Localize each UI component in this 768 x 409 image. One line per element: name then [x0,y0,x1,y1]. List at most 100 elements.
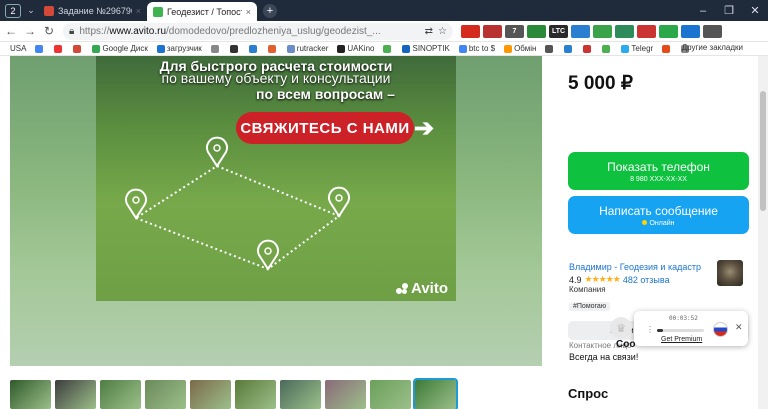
gallery-thumbnail[interactable] [235,380,276,409]
progress-fill [657,329,663,332]
download-icon[interactable] [659,24,678,38]
bookmark-item[interactable] [564,44,574,53]
lock-icon: 🔒︎ [69,25,75,37]
bookmark-favicon-icon [267,44,276,53]
bookmark-item[interactable]: btc to $ [458,44,495,53]
bookmark-item[interactable] [229,44,240,53]
bookmark-item[interactable]: UAKino [337,44,374,53]
gallery-thumbnail[interactable] [100,380,141,409]
bookmark-item[interactable] [35,44,45,53]
scrollbar-thumb[interactable] [760,91,766,211]
contact-value: Всегда на связи! [569,352,639,362]
location-pin-icon [206,136,228,168]
menu-icon[interactable] [703,24,722,38]
page-scrollbar[interactable] [758,56,768,409]
bookmark-favicon-icon [73,44,82,53]
progress-bar[interactable] [657,329,704,332]
gallery-thumbnail[interactable] [325,380,366,409]
bookmark-star-icon[interactable]: ☆ [438,26,447,37]
reload-icon[interactable]: ↻ [41,24,57,38]
bookmark-item[interactable]: SINOPTIK [402,44,450,53]
shield-icon[interactable] [483,24,502,38]
crown-icon[interactable]: ♛ [610,317,632,339]
get-premium-link[interactable]: Get Premium [661,336,702,343]
back-icon[interactable]: ← [3,24,19,38]
location-pin-icon [328,186,350,218]
bookmark-item[interactable] [210,44,221,53]
bookmark-item[interactable] [545,44,555,53]
tab-inactive[interactable]: Задание №2967964 - про × [38,0,147,21]
bookmarks-bar: USA Google Диск загрузчик rutracker UAKino SI… [0,42,768,56]
close-window-icon[interactable]: ✕ [742,4,768,17]
puzzle-icon[interactable] [571,24,590,38]
help-tag[interactable]: #Помогаю [569,302,611,311]
russia-flag-icon[interactable] [461,24,480,38]
mask-icon[interactable] [637,24,656,38]
bookmark-label: Обмін [514,44,537,53]
write-message-button[interactable]: Написать сообщение Онлайн [568,196,749,234]
other-bookmarks-folder[interactable]: Другие закладки [682,43,743,52]
s-icon[interactable] [681,24,700,38]
counter-icon[interactable]: 7 [505,24,524,38]
bookmark-label: Telegr [631,44,654,53]
bookmark-favicon-icon [229,44,238,53]
new-tab-button[interactable]: + [263,3,277,18]
bookmark-favicon-icon [564,44,573,53]
gallery-thumbnail[interactable] [413,378,458,409]
forward-icon[interactable]: → [22,24,38,38]
bookmark-item[interactable] [583,44,593,53]
extensions-bar: 7 LTC [461,24,722,38]
bookmark-item[interactable]: rutracker [286,44,328,53]
gallery-thumbnail[interactable] [145,380,186,409]
show-phone-label: Показать телефон [607,159,710,174]
bookmark-item[interactable] [73,44,83,53]
bookmark-item[interactable]: загрузчик [156,44,202,53]
close-tab-icon[interactable]: × [246,7,251,17]
leaf-icon[interactable] [593,24,612,38]
bookmark-item[interactable]: USA [10,44,26,53]
image-gallery[interactable]: Для быстрого расчета стоимости по вашему… [10,56,542,366]
minimize-icon[interactable]: – [690,5,716,17]
ltc-icon[interactable]: LTC [549,24,568,38]
seller-avatar[interactable] [717,260,743,286]
bookmark-item[interactable] [662,44,672,53]
bookmark-item[interactable]: Google Диск [92,44,148,53]
russia-flag-icon[interactable] [713,322,728,337]
bookmark-item[interactable] [248,44,259,53]
banner-line-3: по всем вопросам – [256,86,395,102]
gallery-thumbnail[interactable] [190,380,231,409]
bookmark-favicon-icon [337,44,346,53]
bookmark-item[interactable] [602,44,612,53]
flag-icon[interactable] [527,24,546,38]
tab-title: Геодезист / Топосъем [167,6,242,17]
bookmark-item[interactable]: Обмін [504,44,536,53]
more-options-icon[interactable]: ⋮ [646,325,654,334]
bookmark-item[interactable] [267,44,278,53]
main-photo[interactable]: Для быстрого расчета стоимости по вашему… [96,56,456,301]
avito-watermark: Avito [396,280,448,297]
reviews-link[interactable]: 482 отзыва [623,275,670,285]
gallery-thumbnail[interactable] [10,380,51,409]
seller-name-link[interactable]: Владимир - Геодезия и кадастр [569,262,701,272]
show-phone-button[interactable]: Показать телефон 8 980 XXX-XX-XX [568,152,749,190]
tab-count-button[interactable]: 2 [5,3,21,18]
address-bar[interactable]: 🔒︎ https://www.avito.ru/domodedovo/predl… [63,22,453,40]
gallery-thumbnail[interactable] [55,380,96,409]
translate-icon[interactable]: ⇄ [425,26,433,37]
bookmark-label: USA [10,44,27,53]
maximize-icon[interactable]: ❐ [716,4,742,17]
dollar-icon[interactable] [615,24,634,38]
bookmark-item[interactable] [383,44,393,53]
window-controls: – ❐ ✕ [690,0,768,21]
gallery-thumbnail[interactable] [370,380,411,409]
close-tab-icon[interactable]: × [136,6,141,16]
bookmark-item[interactable]: Telegr [621,44,653,53]
banner-cta: СВЯЖИТЕСЬ С НАМИ [236,112,414,144]
bookmark-favicon-icon [35,44,44,53]
close-icon[interactable]: ✕ [735,322,743,333]
bookmark-favicon-icon [92,44,101,53]
gallery-thumbnail[interactable] [280,380,321,409]
bookmark-item[interactable] [54,44,64,53]
tab-search-icon[interactable]: ⌄ [24,5,38,16]
tab-active[interactable]: Геодезист / Топосъем × [147,2,257,21]
